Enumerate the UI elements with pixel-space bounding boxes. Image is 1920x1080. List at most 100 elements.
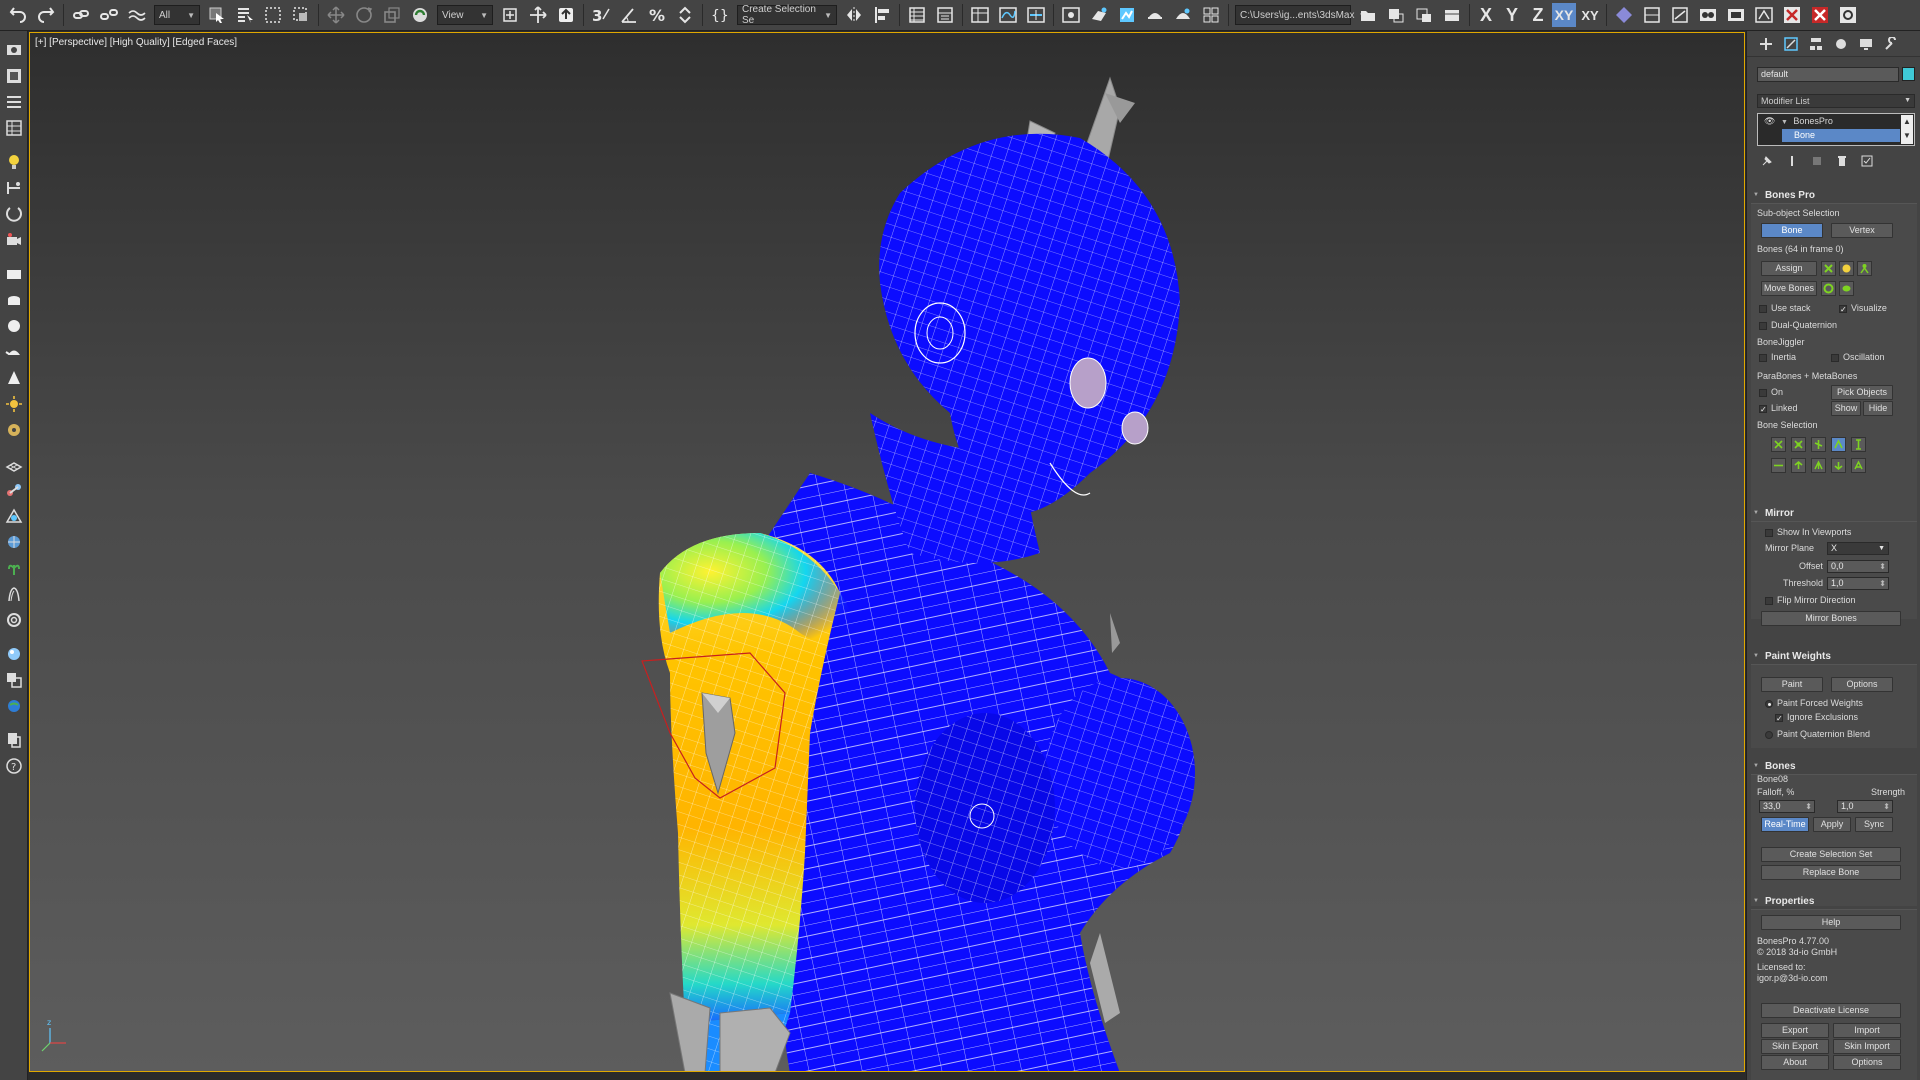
container-icon[interactable]: [1440, 3, 1464, 27]
angle-snap-icon[interactable]: [617, 3, 641, 27]
pin-stack-icon[interactable]: [1757, 153, 1777, 169]
named-selection-dropdown[interactable]: Create Selection Se ▼: [737, 4, 837, 26]
paint-quaternion-radio[interactable]: [1765, 731, 1773, 739]
select-scale-icon[interactable]: [380, 3, 404, 27]
hierarchy-tab-icon[interactable]: [1805, 34, 1827, 54]
sun-icon[interactable]: [3, 393, 25, 415]
move-bones-button[interactable]: Move Bones: [1761, 281, 1817, 296]
replace-bone-button[interactable]: Replace Bone: [1761, 865, 1901, 880]
about-button[interactable]: About: [1761, 1055, 1829, 1070]
select-chain-icon[interactable]: [1851, 437, 1866, 452]
select-none-bones-icon[interactable]: [1791, 437, 1806, 452]
parabones-on-checkbox[interactable]: [1759, 389, 1767, 397]
select-by-name-icon[interactable]: [233, 3, 257, 27]
project-folder-dropdown[interactable]: C:\Users\ig...ents\3dsMax▼: [1235, 5, 1366, 25]
box-icon[interactable]: [3, 263, 25, 285]
viewport-label[interactable]: [+] [Perspective] [High Quality] [Edged …: [35, 37, 237, 48]
globe-icon[interactable]: [3, 531, 25, 553]
expand-arrow-icon[interactable]: ▼: [1781, 119, 1788, 126]
hold-icon[interactable]: [1384, 3, 1408, 27]
rotate-view-icon[interactable]: [3, 203, 25, 225]
bind-space-warp-icon[interactable]: [125, 3, 149, 27]
pick-objects-button[interactable]: Pick Objects: [1831, 385, 1893, 400]
spinner-snap-icon[interactable]: [673, 3, 697, 27]
render-teapot-icon[interactable]: [1143, 3, 1167, 27]
select-parent-icon[interactable]: [1771, 458, 1786, 473]
object-name-field[interactable]: default: [1757, 67, 1899, 82]
grid-icon[interactable]: [3, 91, 25, 113]
photo-studio-icon[interactable]: [1696, 3, 1720, 27]
ignore-exclusions-checkbox[interactable]: ✓: [1775, 714, 1783, 723]
film-strip-icon[interactable]: [1724, 3, 1748, 27]
select-object-icon[interactable]: [205, 3, 229, 27]
deactivate-license-button[interactable]: Deactivate License: [1761, 1003, 1901, 1018]
axis-x-button[interactable]: X: [1474, 3, 1498, 27]
select-move-icon[interactable]: [324, 3, 348, 27]
render-in-cloud-icon[interactable]: [1199, 3, 1223, 27]
refresh-icon[interactable]: [1821, 281, 1836, 296]
properties-options-button[interactable]: Options: [1833, 1055, 1901, 1070]
configure-modifier-sets-icon[interactable]: [1857, 153, 1877, 169]
torus-icon[interactable]: [3, 419, 25, 441]
modify-tab-icon[interactable]: [1780, 34, 1802, 54]
mirror-icon[interactable]: [842, 3, 866, 27]
mirror-plane-dropdown[interactable]: X ▼: [1827, 542, 1889, 555]
viewport-settings-icon[interactable]: [3, 39, 25, 61]
selection-filter-dropdown[interactable]: All ▼: [154, 5, 200, 25]
dual-quaternion-checkbox[interactable]: [1759, 322, 1767, 330]
bone-add-icon[interactable]: [1839, 261, 1854, 276]
rollout-bones-title[interactable]: Bones: [1753, 761, 1796, 772]
boolean-icon[interactable]: [3, 505, 25, 527]
select-rotate-icon[interactable]: [352, 3, 376, 27]
material-editor-icon[interactable]: [1024, 3, 1048, 27]
camera-icon[interactable]: [3, 229, 25, 251]
window-crossing-icon[interactable]: [289, 3, 313, 27]
rendered-frame-window-icon[interactable]: [1087, 3, 1111, 27]
invert-bones-icon[interactable]: [1811, 437, 1826, 452]
rollout-properties-title[interactable]: Properties: [1753, 896, 1814, 907]
realtime-button[interactable]: Real-Time: [1761, 817, 1809, 832]
viewport-layout-icon[interactable]: [1640, 3, 1664, 27]
remove-modifier-icon[interactable]: [1832, 153, 1852, 169]
reference-coord-dropdown[interactable]: View ▼: [437, 5, 493, 25]
close-red-icon[interactable]: [1780, 3, 1804, 27]
rollout-paint-weights-title[interactable]: Paint Weights: [1753, 651, 1831, 662]
motion-tab-icon[interactable]: [1830, 34, 1852, 54]
bone-visibility-icon[interactable]: [1839, 281, 1854, 296]
help-button[interactable]: Help: [1761, 915, 1901, 930]
render-setup-icon[interactable]: [1059, 3, 1083, 27]
percent-snap-icon[interactable]: %: [645, 3, 669, 27]
copy-icon[interactable]: [3, 729, 25, 751]
fetch-icon[interactable]: [1412, 3, 1436, 27]
pivot-center-icon[interactable]: [498, 3, 522, 27]
shell-icon[interactable]: [3, 609, 25, 631]
rollout-bones-pro-title[interactable]: Bones Pro: [1753, 190, 1815, 201]
help-icon[interactable]: ?: [3, 755, 25, 777]
select-up-icon[interactable]: [1851, 458, 1866, 473]
oscillation-checkbox[interactable]: [1831, 354, 1839, 362]
create-selection-set-button[interactable]: Create Selection Set: [1761, 847, 1901, 862]
stack-item-bonespro[interactable]: 👁 ▼ BonesPro: [1760, 115, 1900, 128]
show-in-viewports-checkbox[interactable]: [1765, 529, 1773, 537]
axis-z-button[interactable]: Z: [1526, 3, 1550, 27]
linked-checkbox[interactable]: ✓: [1759, 405, 1767, 414]
frame-render-icon[interactable]: [1752, 3, 1776, 27]
rollout-mirror-title[interactable]: Mirror: [1753, 508, 1794, 519]
sphere-icon[interactable]: [3, 315, 25, 337]
eye-icon[interactable]: 👁: [1764, 116, 1775, 126]
settings-gear-icon[interactable]: [1836, 3, 1860, 27]
modifier-list-dropdown[interactable]: Modifier List ▼: [1757, 94, 1915, 108]
bubble-icon[interactable]: [3, 643, 25, 665]
snaps-toggle-icon[interactable]: 3: [589, 3, 613, 27]
visualize-checkbox[interactable]: ✓: [1839, 305, 1847, 314]
keyboard-shortcut-override-icon[interactable]: [554, 3, 578, 27]
utilities-tab-icon[interactable]: [1880, 34, 1902, 54]
axis-xy-button[interactable]: XY: [1552, 3, 1576, 27]
graph-editor-icon[interactable]: [1668, 3, 1692, 27]
falloff-spinner[interactable]: 33,0: [1759, 800, 1815, 813]
reset-red-icon[interactable]: [1808, 3, 1832, 27]
snowflake-icon[interactable]: [1612, 3, 1636, 27]
layer-explorer-icon[interactable]: [905, 3, 929, 27]
skin-export-button[interactable]: Skin Export: [1761, 1039, 1829, 1054]
render-icon[interactable]: [3, 65, 25, 87]
